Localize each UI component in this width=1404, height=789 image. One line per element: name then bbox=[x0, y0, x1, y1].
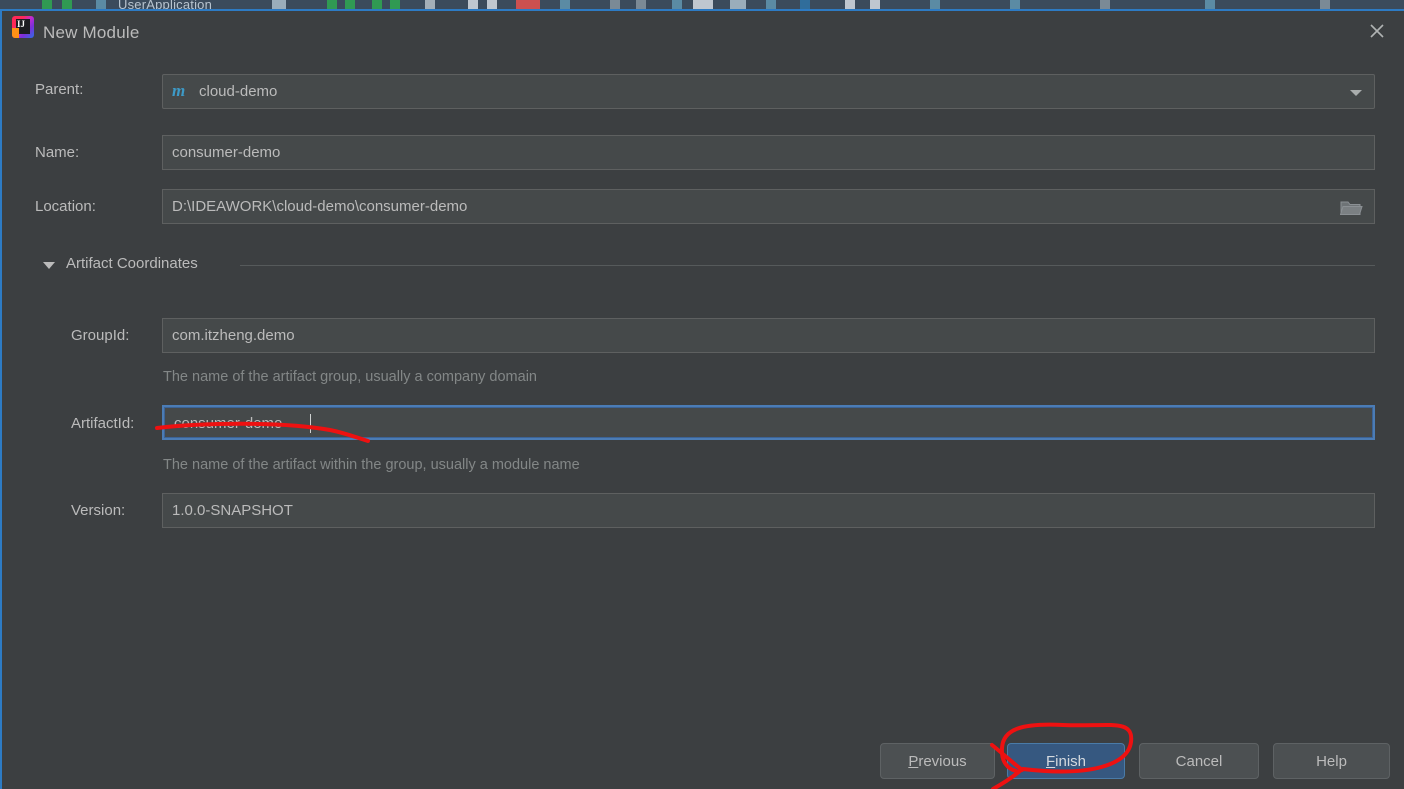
ide-icon-chip bbox=[693, 0, 713, 9]
artifact-id-label: ArtifactId: bbox=[71, 415, 135, 432]
intellij-idea-logo-icon: IJ bbox=[12, 16, 34, 38]
parent-label: Parent: bbox=[35, 81, 84, 98]
ide-icon-chip bbox=[390, 0, 400, 9]
maven-m-icon: m bbox=[172, 81, 186, 100]
ide-icon-chip bbox=[345, 0, 355, 9]
ide-icon-chip bbox=[930, 0, 940, 9]
artifact-id-hint: The name of the artifact within the grou… bbox=[163, 457, 580, 473]
artifact-coordinates-section-header[interactable]: Artifact Coordinates bbox=[2, 255, 1404, 277]
background-ide-text: UserApplication bbox=[118, 0, 213, 9]
background-ide-strip: UserApplication bbox=[0, 0, 1404, 9]
ide-icon-chip bbox=[96, 0, 106, 9]
help-button-label: Help bbox=[1316, 752, 1347, 770]
ide-icon-chip bbox=[425, 0, 435, 9]
triangle-down-icon[interactable] bbox=[43, 262, 55, 269]
ide-icon-chip bbox=[730, 0, 746, 9]
finish-button-label: Finish bbox=[1045, 752, 1087, 770]
chevron-down-icon[interactable] bbox=[1350, 90, 1362, 96]
group-id-input[interactable]: com.itzheng.demo bbox=[162, 318, 1375, 353]
name-input[interactable]: consumer-demo bbox=[162, 135, 1375, 170]
ide-icon-chip bbox=[610, 0, 620, 9]
location-label: Location: bbox=[35, 198, 96, 215]
ide-icon-chip bbox=[870, 0, 880, 9]
new-module-dialog: IJ New Module Parent: m cloud-demo Name:… bbox=[0, 9, 1404, 789]
group-id-value: com.itzheng.demo bbox=[172, 327, 295, 344]
finish-button[interactable]: Finish bbox=[1007, 743, 1125, 779]
name-label: Name: bbox=[35, 144, 80, 161]
previous-button[interactable]: Previous bbox=[880, 743, 995, 779]
ide-icon-chip bbox=[272, 0, 286, 9]
close-icon[interactable] bbox=[1358, 14, 1396, 46]
ide-icon-chip bbox=[560, 0, 570, 9]
ide-icon-chip bbox=[327, 0, 337, 9]
ide-icon-chip bbox=[1010, 0, 1020, 9]
ide-icon-chip bbox=[1205, 0, 1215, 9]
dialog-title: New Module bbox=[43, 23, 140, 42]
parent-combobox[interactable]: m cloud-demo bbox=[162, 74, 1375, 109]
version-label: Version: bbox=[71, 502, 126, 519]
previous-button-label: Previous bbox=[908, 752, 967, 770]
location-value: D:\IDEAWORK\cloud-demo\consumer-demo bbox=[172, 198, 468, 215]
group-id-hint: The name of the artifact group, usually … bbox=[163, 369, 537, 385]
text-caret bbox=[310, 414, 311, 433]
dialog-titlebar: IJ New Module bbox=[2, 11, 1404, 53]
ide-icon-chip bbox=[372, 0, 382, 9]
help-button[interactable]: Help bbox=[1273, 743, 1390, 779]
cancel-button-label: Cancel bbox=[1175, 752, 1223, 770]
version-input[interactable]: 1.0.0-SNAPSHOT bbox=[162, 493, 1375, 528]
ide-icon-chip bbox=[845, 0, 855, 9]
ide-icon-chip bbox=[487, 0, 497, 9]
group-id-label: GroupId: bbox=[71, 327, 130, 344]
artifact-id-input[interactable]: consumer-demo bbox=[162, 405, 1375, 440]
ide-icon-chip bbox=[1320, 0, 1330, 9]
artifact-coordinates-label: Artifact Coordinates bbox=[66, 255, 198, 272]
ide-icon-chip bbox=[672, 0, 682, 9]
name-value: consumer-demo bbox=[172, 144, 281, 161]
ide-icon-chip bbox=[636, 0, 646, 9]
version-value: 1.0.0-SNAPSHOT bbox=[172, 502, 293, 519]
folder-icon[interactable] bbox=[1339, 199, 1364, 222]
artifact-id-value: consumer-demo bbox=[174, 415, 283, 432]
parent-value: cloud-demo bbox=[199, 83, 278, 100]
ide-icon-chip bbox=[766, 0, 776, 9]
ide-icon-chip bbox=[62, 0, 72, 9]
ide-icon-chip bbox=[800, 0, 810, 9]
location-input[interactable]: D:\IDEAWORK\cloud-demo\consumer-demo bbox=[162, 189, 1375, 224]
section-separator bbox=[240, 265, 1375, 266]
ide-icon-chip bbox=[42, 0, 52, 9]
cancel-button[interactable]: Cancel bbox=[1139, 743, 1259, 779]
ide-icon-chip bbox=[468, 0, 478, 9]
ide-icon-chip bbox=[516, 0, 540, 9]
ide-icon-chip bbox=[1100, 0, 1110, 9]
